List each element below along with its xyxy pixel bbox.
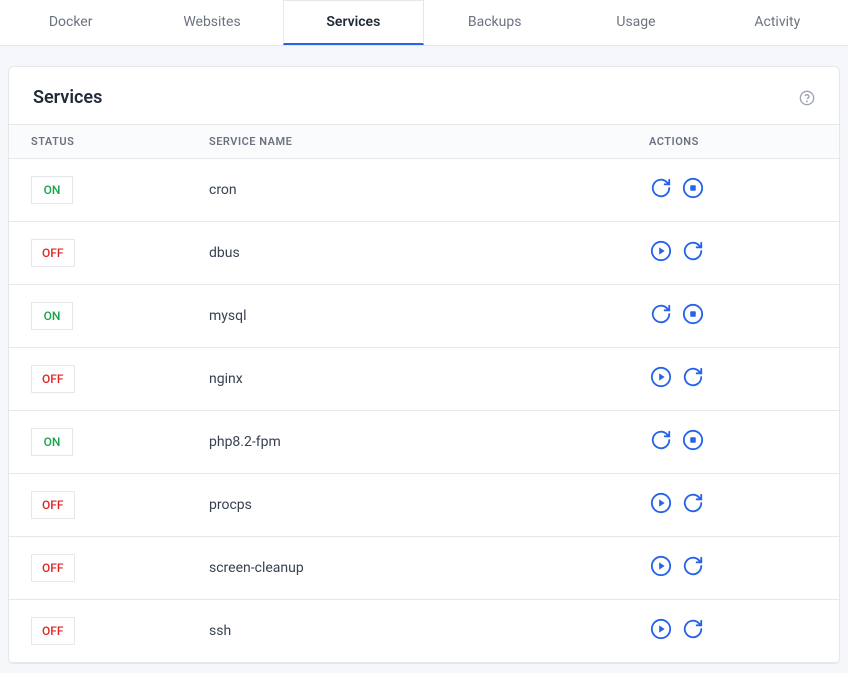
service-name: ssh	[199, 623, 649, 639]
start-button[interactable]	[649, 556, 673, 580]
restart-icon	[682, 366, 704, 392]
status-cell: ON	[9, 302, 199, 330]
start-button[interactable]	[649, 493, 673, 517]
service-row: OFF screen-cleanup	[9, 537, 839, 600]
service-name: nginx	[199, 371, 649, 387]
restart-button[interactable]	[681, 493, 705, 517]
restart-icon	[650, 303, 672, 329]
service-row: OFF dbus	[9, 222, 839, 285]
tab-label: Services	[326, 14, 380, 30]
service-name: screen-cleanup	[199, 560, 649, 576]
tab-label: Websites	[183, 14, 240, 30]
service-row: OFF ssh	[9, 600, 839, 663]
service-name: procps	[199, 497, 649, 513]
restart-icon	[682, 240, 704, 266]
restart-icon	[682, 555, 704, 581]
stop-button[interactable]	[681, 430, 705, 454]
service-name: php8.2-fpm	[199, 434, 649, 450]
service-name: cron	[199, 182, 649, 198]
stop-icon	[682, 303, 704, 329]
tab-label: Activity	[754, 14, 800, 30]
service-name: dbus	[199, 245, 649, 261]
restart-button[interactable]	[681, 241, 705, 265]
stop-button[interactable]	[681, 304, 705, 328]
restart-icon	[682, 492, 704, 518]
tab-label: Docker	[49, 14, 93, 30]
status-badge: ON	[31, 428, 73, 456]
stop-button[interactable]	[681, 178, 705, 202]
restart-button[interactable]	[681, 619, 705, 643]
status-badge: ON	[31, 176, 73, 204]
status-cell: OFF	[9, 365, 199, 393]
actions-cell	[649, 241, 839, 265]
status-cell: OFF	[9, 491, 199, 519]
status-cell: OFF	[9, 239, 199, 267]
status-badge: OFF	[31, 554, 75, 582]
play-icon	[650, 492, 672, 518]
start-button[interactable]	[649, 619, 673, 643]
services-panel: Services STATUS SERVICE NAME ACTIONS ON c…	[8, 66, 840, 664]
service-row: OFF procps	[9, 474, 839, 537]
restart-button[interactable]	[649, 178, 673, 202]
restart-button[interactable]	[681, 367, 705, 391]
actions-cell	[649, 304, 839, 328]
tab-websites[interactable]: Websites	[141, 0, 282, 45]
status-cell: ON	[9, 428, 199, 456]
service-row: ON mysql	[9, 285, 839, 348]
actions-cell	[649, 556, 839, 580]
actions-cell	[649, 430, 839, 454]
status-cell: OFF	[9, 554, 199, 582]
restart-button[interactable]	[681, 556, 705, 580]
stop-icon	[682, 429, 704, 455]
status-cell: ON	[9, 176, 199, 204]
play-icon	[650, 240, 672, 266]
column-header-status: STATUS	[9, 135, 199, 148]
actions-cell	[649, 367, 839, 391]
restart-icon	[682, 618, 704, 644]
service-name: mysql	[199, 308, 649, 324]
actions-cell	[649, 493, 839, 517]
panel-header: Services	[9, 67, 839, 124]
status-badge: OFF	[31, 239, 75, 267]
play-icon	[650, 555, 672, 581]
tab-backups[interactable]: Backups	[424, 0, 565, 45]
actions-cell	[649, 619, 839, 643]
service-row: OFF nginx	[9, 348, 839, 411]
status-badge: OFF	[31, 365, 75, 393]
panel-title: Services	[33, 87, 102, 108]
service-row: ON php8.2-fpm	[9, 411, 839, 474]
tab-label: Backups	[468, 14, 522, 30]
status-badge: ON	[31, 302, 73, 330]
restart-icon	[650, 177, 672, 203]
table-header: STATUS SERVICE NAME ACTIONS	[9, 124, 839, 159]
start-button[interactable]	[649, 241, 673, 265]
play-icon	[650, 618, 672, 644]
service-row: ON cron	[9, 159, 839, 222]
actions-cell	[649, 178, 839, 202]
restart-icon	[650, 429, 672, 455]
restart-button[interactable]	[649, 304, 673, 328]
status-badge: OFF	[31, 491, 75, 519]
status-cell: OFF	[9, 617, 199, 645]
tabs-nav: Docker Websites Services Backups Usage Activi…	[0, 0, 848, 46]
column-header-actions: ACTIONS	[649, 135, 839, 148]
stop-icon	[682, 177, 704, 203]
restart-button[interactable]	[649, 430, 673, 454]
tab-services[interactable]: Services	[283, 0, 424, 45]
help-icon[interactable]	[799, 90, 815, 106]
tab-label: Usage	[616, 14, 655, 30]
column-header-name: SERVICE NAME	[199, 135, 649, 148]
play-icon	[650, 366, 672, 392]
start-button[interactable]	[649, 367, 673, 391]
tab-usage[interactable]: Usage	[565, 0, 706, 45]
tab-docker[interactable]: Docker	[0, 0, 141, 45]
status-badge: OFF	[31, 617, 75, 645]
tab-activity[interactable]: Activity	[707, 0, 848, 45]
